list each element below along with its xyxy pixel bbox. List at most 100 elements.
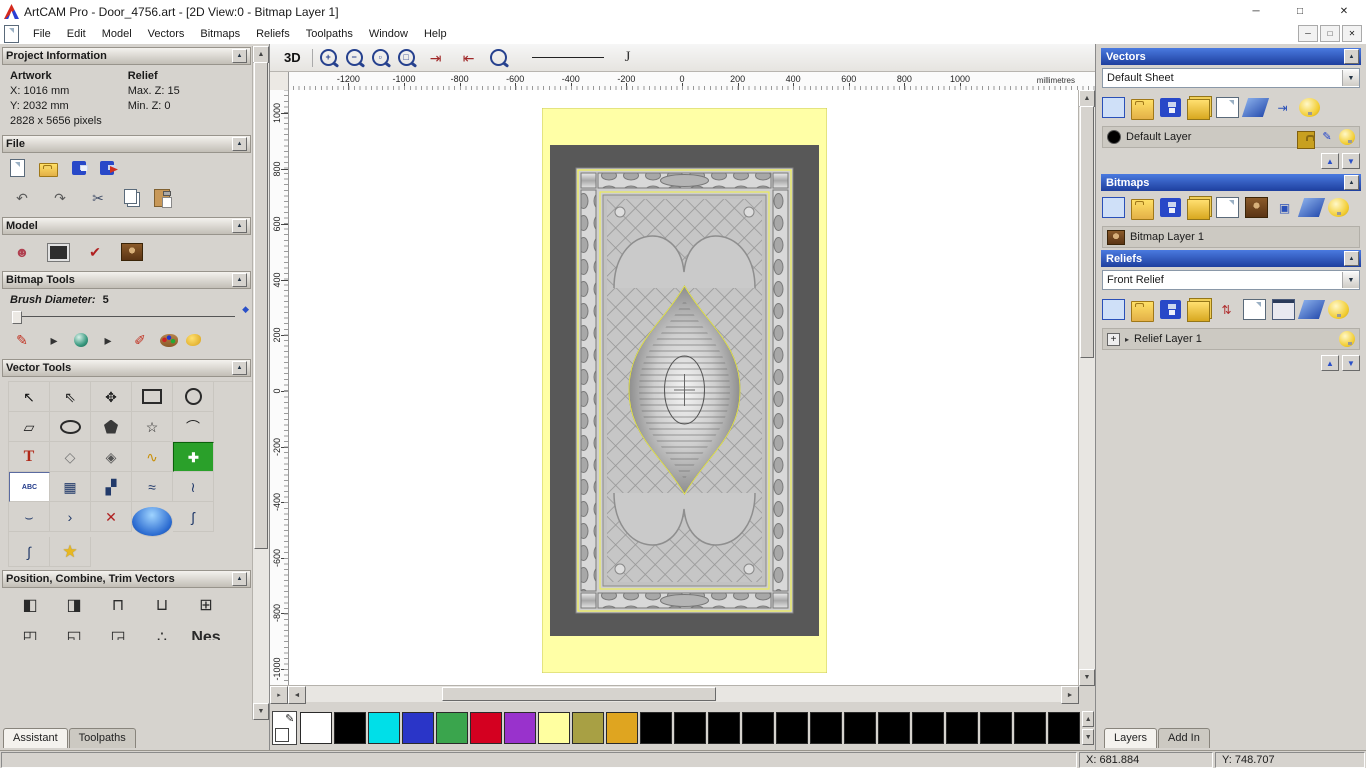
align-top-edges-icon[interactable]: ⊓: [96, 592, 140, 620]
expander-icon[interactable]: ▸: [1125, 335, 1129, 344]
paint-flyout-icon[interactable]: ▸: [42, 329, 66, 351]
bitmap-to-vector-icon[interactable]: ▣: [1274, 198, 1295, 217]
scroll-up-button[interactable]: ▲: [253, 46, 269, 63]
paste-icon[interactable]: [154, 189, 172, 208]
secondary-colour-swatch[interactable]: [275, 728, 289, 742]
scroll-down-button[interactable]: ▼: [253, 703, 269, 720]
snap-to-left-icon[interactable]: ⇥: [424, 47, 448, 69]
create-rectangle-icon[interactable]: [132, 382, 173, 412]
collapse-project-button[interactable]: ▲: [232, 49, 247, 63]
relief-manager-icon[interactable]: [1187, 300, 1210, 322]
bitmap-manager-icon[interactable]: [1187, 198, 1210, 220]
palette-swatch-7[interactable]: [538, 712, 571, 744]
collapse-vectors-button[interactable]: ▲: [1344, 49, 1359, 64]
view-3d-button[interactable]: 3D: [280, 49, 305, 66]
palette-swatch-0[interactable]: [300, 712, 333, 744]
move-layer-up-button[interactable]: ▲: [1321, 153, 1339, 169]
tab-assistant[interactable]: Assistant: [3, 728, 68, 748]
palette-swatch-12[interactable]: [708, 712, 741, 744]
palette-swatch-1[interactable]: [334, 712, 367, 744]
menu-bitmaps[interactable]: Bitmaps: [192, 26, 248, 42]
paint-selective-flyout-icon[interactable]: ▸: [96, 329, 120, 351]
collapse-reliefs-button[interactable]: ▲: [1344, 251, 1359, 266]
centre-in-page-left-icon[interactable]: ◰: [8, 624, 52, 641]
new-relief-layer-icon[interactable]: [1243, 299, 1266, 320]
toggle-relief-layers-icon[interactable]: [1328, 300, 1349, 319]
create-arc-icon[interactable]: ⌒: [173, 412, 214, 442]
palette-swatch-20[interactable]: [980, 712, 1013, 744]
block-copy-icon[interactable]: ▞: [91, 472, 132, 502]
flood-fill-icon[interactable]: [186, 334, 201, 346]
scroll-right-button[interactable]: ►: [1061, 686, 1079, 704]
palette-swatch-11[interactable]: [674, 712, 707, 744]
swap-front-back-relief-icon[interactable]: ⇅: [1216, 300, 1237, 319]
menu-toolpaths[interactable]: Toolpaths: [298, 26, 361, 42]
create-polyline-icon[interactable]: ▱: [9, 412, 50, 442]
palette-swatch-14[interactable]: [776, 712, 809, 744]
drawing-canvas[interactable]: [289, 90, 1078, 686]
copy-icon[interactable]: [124, 189, 137, 204]
move-layer-down-button[interactable]: ▼: [1342, 355, 1360, 371]
relief-select[interactable]: Front Relief ▼: [1102, 270, 1360, 290]
redo-icon[interactable]: ↷: [48, 187, 72, 209]
snap-to-right-icon[interactable]: ⇤: [457, 47, 481, 69]
palette-scroll-up-button[interactable]: ▲: [1082, 711, 1094, 727]
pan-view-button[interactable]: ▸: [270, 686, 288, 704]
relief-layer-visibility-icon[interactable]: [1339, 331, 1355, 347]
import-bitmap-icon[interactable]: [1102, 197, 1125, 218]
scatter-vectors-icon[interactable]: ∴: [140, 624, 184, 641]
new-model-icon[interactable]: [10, 159, 25, 177]
create-boundary-icon[interactable]: ⌣: [9, 502, 50, 532]
text-block-icon[interactable]: ABC: [9, 472, 50, 502]
greyscale-preview-icon[interactable]: [47, 242, 70, 262]
mdi-minimize-button[interactable]: ─: [1298, 25, 1318, 42]
window-restore-button[interactable]: □: [1278, 0, 1322, 23]
assistant-scrollbar[interactable]: ▲ ▼: [252, 46, 269, 720]
cut-icon[interactable]: ✂: [86, 187, 110, 209]
scroll-down-button[interactable]: ▼: [1079, 669, 1095, 686]
palette-swatch-17[interactable]: [878, 712, 911, 744]
tab-add-in[interactable]: Add In: [1158, 728, 1210, 748]
transform-vectors-icon[interactable]: ✥: [91, 382, 132, 412]
airbrush-icon[interactable]: ✐: [128, 329, 152, 351]
load-reference-image-icon[interactable]: [121, 243, 143, 261]
create-text-icon[interactable]: T: [9, 442, 50, 472]
window-close-button[interactable]: ✕: [1322, 0, 1366, 23]
palette-swatch-22[interactable]: [1048, 712, 1081, 744]
chevron-down-icon[interactable]: ▼: [1342, 70, 1359, 86]
paint-selective-icon[interactable]: [74, 333, 88, 347]
palette-swatch-9[interactable]: [606, 712, 639, 744]
star-wizard-icon[interactable]: ★: [50, 537, 91, 567]
new-bitmap-layer-icon[interactable]: [1216, 197, 1239, 218]
snap-layer-icon[interactable]: [1297, 130, 1315, 149]
create-polygon-icon[interactable]: [91, 412, 132, 442]
zoom-previous-icon[interactable]: [489, 49, 507, 66]
collapse-file-button[interactable]: ▲: [232, 137, 247, 151]
horizontal-scrollbar[interactable]: ▸ ◄ ►: [270, 685, 1079, 704]
mdi-restore-button[interactable]: □: [1320, 25, 1340, 42]
create-circle-icon[interactable]: [173, 382, 214, 412]
zoom-in-icon[interactable]: +: [319, 49, 337, 66]
centre-in-page-right-icon[interactable]: ◲: [96, 624, 140, 641]
menu-edit[interactable]: Edit: [59, 26, 94, 42]
open-bitmap-file-icon[interactable]: [1131, 199, 1154, 220]
vertical-scrollbar[interactable]: ▲ ▼: [1078, 90, 1095, 686]
menu-model[interactable]: Model: [94, 26, 140, 42]
undo-icon[interactable]: ↶: [10, 187, 34, 209]
chevron-down-icon[interactable]: ▼: [1342, 272, 1359, 288]
export-model-icon[interactable]: [100, 161, 116, 175]
collapse-bitmaps-button[interactable]: ▲: [1344, 175, 1359, 190]
palette-swatch-8[interactable]: [572, 712, 605, 744]
relief-layer-row[interactable]: + ▸ Relief Layer 1: [1102, 328, 1360, 350]
menu-window[interactable]: Window: [361, 26, 416, 42]
save-vectors-icon[interactable]: [1160, 98, 1181, 117]
save-model-icon[interactable]: [72, 161, 88, 175]
fillet-curve-icon[interactable]: ∫: [9, 537, 50, 567]
relief-preview-icon[interactable]: ✔: [83, 241, 107, 263]
add-icon[interactable]: +: [1107, 332, 1120, 346]
scroll-thumb[interactable]: [254, 62, 268, 550]
centre-in-page-bottom-icon[interactable]: ◱: [52, 624, 96, 641]
trim-vectors-icon[interactable]: ✕: [91, 502, 132, 532]
create-star-icon[interactable]: ☆: [132, 412, 173, 442]
vertical-scroll-thumb[interactable]: [1080, 106, 1094, 359]
